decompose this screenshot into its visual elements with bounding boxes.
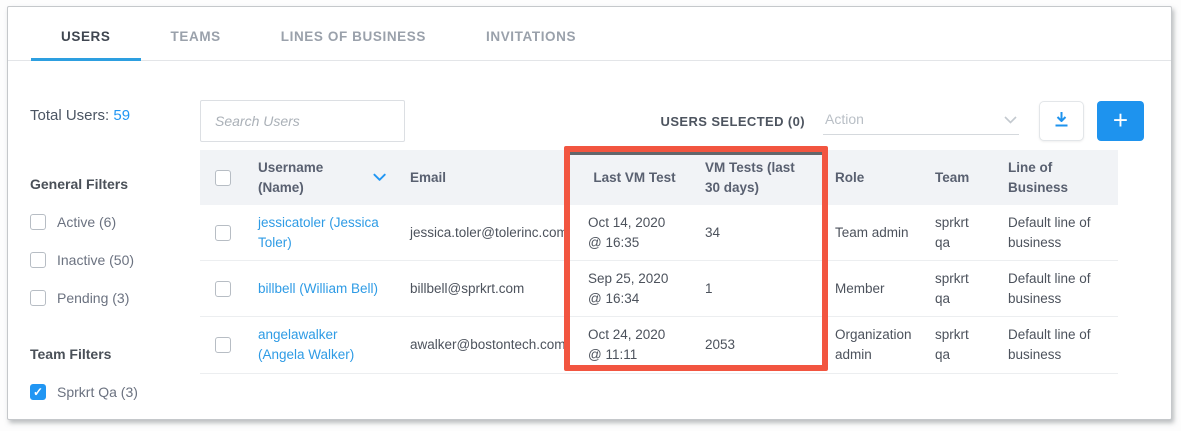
- email-cell: billbell@sprkrt.com: [398, 271, 576, 307]
- download-button[interactable]: [1039, 101, 1084, 141]
- tab-lines-of-business[interactable]: LINES OF BUSINESS: [251, 23, 456, 61]
- row-checkbox[interactable]: [215, 225, 231, 241]
- checkbox-unchecked[interactable]: [30, 290, 46, 306]
- last-vm-test-cell: Oct 24, 2020 @ 11:11: [576, 317, 693, 372]
- filter-inactive[interactable]: Inactive (50): [30, 252, 200, 268]
- header-last-vm-test: Last VM Test: [576, 160, 693, 196]
- toolbar: USERS SELECTED (0) Action +: [200, 100, 1144, 142]
- vm-tests-30d-cell: 34: [693, 215, 823, 251]
- email-cell: jessica.toler@tolerinc.com: [398, 215, 576, 251]
- users-selected-label: USERS SELECTED (0): [661, 114, 805, 129]
- check-icon: ✓: [33, 386, 43, 398]
- team-filters-title: Team Filters: [30, 346, 200, 362]
- vm-tests-30d-cell: 2053: [693, 327, 823, 363]
- filter-inactive-label: Inactive (50): [57, 252, 134, 268]
- table-row: angelawalker (Angela Walker) awalker@bos…: [200, 317, 1118, 373]
- role-cell: Member: [823, 271, 923, 307]
- table-row: billbell (William Bell) billbell@sprkrt.…: [200, 261, 1118, 317]
- team-cell: sprkrt qa: [923, 317, 996, 372]
- filter-sprkrt-qa[interactable]: ✓ Sprkrt Qa (3): [30, 384, 200, 400]
- plus-icon: +: [1113, 107, 1128, 133]
- vm-tests-30d-cell: 1: [693, 271, 823, 307]
- checkbox-unchecked[interactable]: [30, 214, 46, 230]
- filter-active-label: Active (6): [57, 214, 116, 230]
- username-link[interactable]: jessicatoler (Jessica Toler): [258, 215, 379, 250]
- team-cell: sprkrt qa: [923, 205, 996, 260]
- row-checkbox[interactable]: [215, 337, 231, 353]
- table-row: jessicatoler (Jessica Toler) jessica.tol…: [200, 205, 1118, 261]
- last-vm-test-cell: Oct 14, 2020 @ 16:35: [576, 205, 693, 260]
- line-of-business-cell: Default line of business: [996, 205, 1118, 260]
- header-checkbox-cell: [200, 170, 246, 186]
- checkbox-checked[interactable]: ✓: [30, 384, 46, 400]
- tab-invitations[interactable]: INVITATIONS: [456, 23, 606, 61]
- header-email: Email: [398, 160, 576, 196]
- tab-bar: USERS TEAMS LINES OF BUSINESS INVITATION…: [31, 7, 1171, 61]
- team-cell: sprkrt qa: [923, 261, 996, 316]
- filter-active[interactable]: Active (6): [30, 214, 200, 230]
- line-of-business-cell: Default line of business: [996, 317, 1118, 372]
- search-input[interactable]: [200, 100, 405, 142]
- select-all-checkbox[interactable]: [215, 170, 231, 186]
- line-of-business-cell: Default line of business: [996, 261, 1118, 316]
- total-users-label: Total Users:: [30, 107, 109, 124]
- sort-chevron-down-icon[interactable]: [373, 173, 386, 182]
- header-team: Team: [923, 160, 996, 196]
- action-dropdown[interactable]: Action: [823, 107, 1019, 135]
- filter-sprkrt-qa-label: Sprkrt Qa (3): [57, 384, 138, 400]
- total-users-value: 59: [113, 107, 130, 124]
- users-table: Username (Name) Email Last VM Test VM Te…: [200, 150, 1144, 374]
- table-header-row: Username (Name) Email Last VM Test VM Te…: [200, 150, 1118, 205]
- email-cell: awalker@bostontech.com: [398, 327, 576, 363]
- chevron-down-icon: [1004, 111, 1017, 127]
- filter-pending-label: Pending (3): [57, 290, 129, 306]
- main-area: USERS SELECTED (0) Action +: [200, 61, 1171, 374]
- last-vm-test-cell: Sep 25, 2020 @ 16:34: [576, 261, 693, 316]
- general-filters-title: General Filters: [30, 176, 200, 192]
- user-management-panel: USERS TEAMS LINES OF BUSINESS INVITATION…: [7, 6, 1172, 420]
- total-users: Total Users: 59: [30, 107, 200, 124]
- header-role: Role: [823, 160, 923, 196]
- action-placeholder: Action: [825, 111, 864, 127]
- header-username-label: Username (Name): [258, 158, 366, 197]
- tab-users[interactable]: USERS: [31, 23, 141, 61]
- header-line-of-business: Line of Business: [996, 150, 1118, 205]
- tab-teams[interactable]: TEAMS: [141, 23, 251, 61]
- header-username: Username (Name): [246, 150, 398, 205]
- toolbar-right: USERS SELECTED (0) Action +: [661, 101, 1144, 141]
- download-icon: [1054, 111, 1069, 132]
- content-area: Total Users: 59 General Filters Active (…: [8, 61, 1171, 400]
- username-link[interactable]: angelawalker (Angela Walker): [258, 327, 354, 362]
- filters-sidebar: Total Users: 59 General Filters Active (…: [8, 61, 200, 400]
- add-user-button[interactable]: +: [1097, 101, 1144, 141]
- row-checkbox[interactable]: [215, 281, 231, 297]
- filter-pending[interactable]: Pending (3): [30, 290, 200, 306]
- username-link[interactable]: billbell (William Bell): [258, 281, 378, 296]
- role-cell: Team admin: [823, 215, 923, 251]
- checkbox-unchecked[interactable]: [30, 252, 46, 268]
- header-vm-tests-30d: VM Tests (last 30 days): [693, 150, 823, 205]
- role-cell: Organization admin: [823, 317, 923, 372]
